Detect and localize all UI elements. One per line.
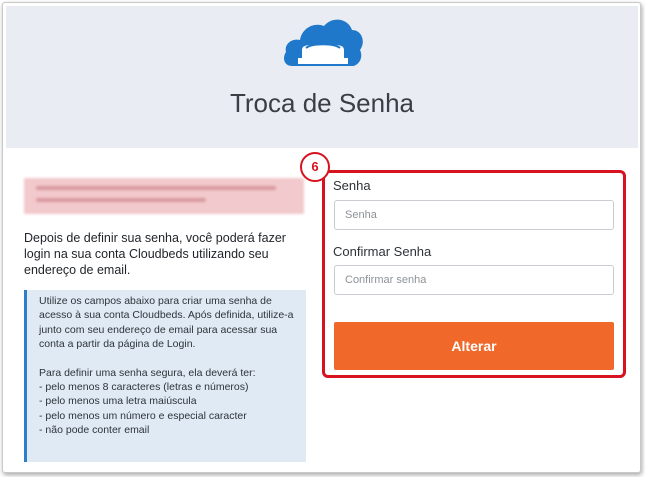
requirement-item: - pelo menos um número e especial caract… bbox=[39, 409, 247, 422]
blurred-alert-message bbox=[24, 178, 304, 214]
requirement-item: - não pode conter email bbox=[39, 424, 150, 437]
page-header: Troca de Senha bbox=[6, 6, 638, 148]
page-title: Troca de Senha bbox=[229, 88, 415, 118]
cloudbeds-logo-icon bbox=[284, 19, 363, 66]
password-input[interactable] bbox=[334, 200, 614, 230]
confirm-password-input[interactable] bbox=[334, 265, 614, 295]
info-box: Utilize os campos abaixo para criar uma … bbox=[24, 290, 306, 462]
requirements-title: Para definir uma senha segura, ela dever… bbox=[39, 366, 256, 379]
requirement-item: - pelo menos uma letra maiúscula bbox=[39, 395, 197, 408]
requirement-item: - pelo menos 8 caracteres (letras e núme… bbox=[39, 381, 249, 394]
password-label: Senha bbox=[333, 178, 371, 193]
confirm-password-label: Confirmar Senha bbox=[333, 244, 432, 259]
submit-button[interactable]: Alterar bbox=[334, 322, 614, 370]
info-paragraph: Utilize os campos abaixo para criar uma … bbox=[39, 295, 294, 351]
step-number-badge: 6 bbox=[300, 152, 330, 182]
intro-text: Depois de definir sua senha, você poderá… bbox=[24, 231, 286, 277]
